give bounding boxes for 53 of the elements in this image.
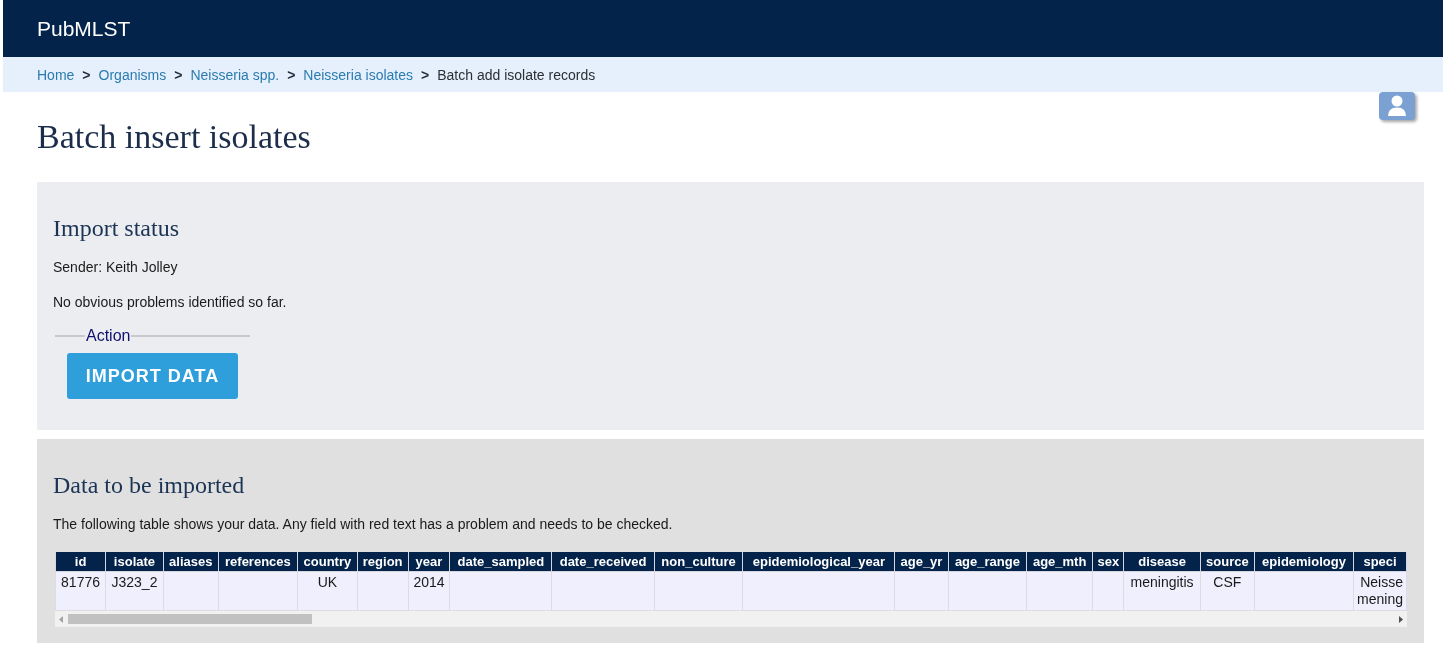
column-header: epidemiology: [1254, 552, 1354, 572]
breadcrumb-link[interactable]: Neisseria isolates: [303, 66, 414, 83]
breadcrumb-separator: >: [287, 66, 296, 83]
column-header: date_sampled: [449, 552, 552, 572]
column-header: id: [55, 552, 106, 572]
breadcrumb-separator: >: [82, 66, 91, 83]
breadcrumb-current: Batch add isolate records: [437, 66, 596, 83]
status-message: No obvious problems identified so far.: [53, 293, 288, 312]
table-cell: [1026, 571, 1093, 611]
table-cell: [894, 571, 949, 611]
column-header: region: [357, 552, 409, 572]
table-cell: 2014: [408, 571, 450, 611]
sender-text: Sender: Keith Jolley: [53, 258, 179, 277]
table-cell: meningitis: [1123, 571, 1201, 611]
column-header: epidemiological_year: [742, 552, 895, 572]
scrollbar-track[interactable]: [55, 611, 1407, 627]
breadcrumb-link[interactable]: Neisseria spp.: [190, 66, 280, 83]
right-arrow-icon[interactable]: [1399, 615, 1403, 623]
import-data-button[interactable]: IMPORT DATA: [67, 353, 238, 399]
table-cell: 81776: [55, 571, 106, 611]
table-cell: CSF: [1200, 571, 1255, 611]
page-title: Batch insert isolates: [37, 117, 312, 157]
site-title[interactable]: PubMLST: [37, 16, 131, 41]
left-arrow-icon[interactable]: [59, 615, 63, 623]
table-cell: J323_2: [105, 571, 164, 611]
column-header: sex: [1092, 552, 1124, 572]
section-heading: Data to be imported: [53, 471, 246, 499]
section-heading: Import status: [53, 214, 180, 242]
column-header: age_yr: [894, 552, 949, 572]
table-description: The following table shows your data. Any field with red text has a problem and needs to be checked.: [53, 515, 674, 534]
column-header: source: [1200, 552, 1255, 572]
user-icon[interactable]: [1379, 92, 1415, 120]
table-cell: [357, 571, 409, 611]
breadcrumb-separator: >: [421, 66, 430, 83]
breadcrumb-link[interactable]: Organisms: [98, 66, 167, 83]
breadcrumb-link[interactable]: Home: [37, 66, 75, 83]
column-header: year: [408, 552, 450, 572]
column-header: aliases: [163, 552, 219, 572]
column-header: date_received: [551, 552, 655, 572]
table-cell: [163, 571, 219, 611]
table-cell: Neisse mening: [1353, 571, 1407, 611]
table-cell: UK: [297, 571, 358, 611]
column-header: isolate: [105, 552, 164, 572]
column-header: age_mth: [1026, 552, 1093, 572]
column-header: disease: [1123, 552, 1201, 572]
action-legend: Action: [85, 327, 132, 345]
column-header: age_range: [948, 552, 1027, 572]
scrollbar-thumb[interactable]: [68, 614, 312, 624]
column-header: references: [218, 552, 298, 572]
breadcrumb-separator: >: [174, 66, 183, 83]
column-header: speci: [1353, 552, 1407, 572]
column-header: non_culture: [654, 552, 743, 572]
column-header: country: [297, 552, 358, 572]
